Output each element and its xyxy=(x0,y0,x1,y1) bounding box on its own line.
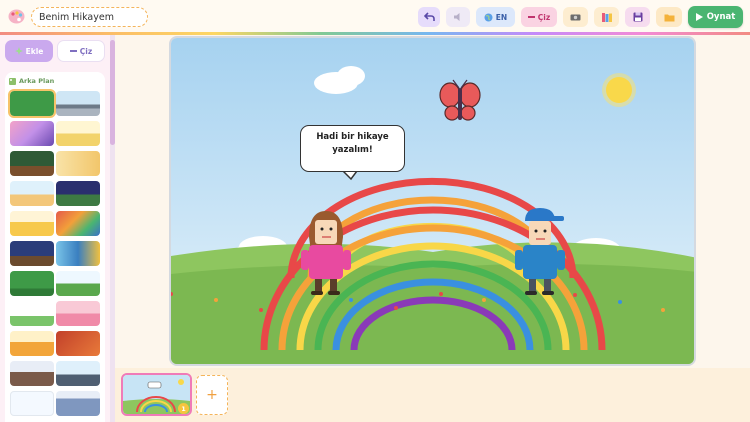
story-title-input[interactable]: Benim Hikayem xyxy=(31,7,148,27)
tab-add-label: Ekle xyxy=(25,46,44,56)
background-thumb-sky[interactable] xyxy=(10,391,54,416)
background-thumb-field[interactable] xyxy=(10,301,54,326)
sidebar-scroll-thumb[interactable] xyxy=(110,40,115,145)
background-thumb-garden[interactable] xyxy=(56,211,100,236)
background-thumb-beach[interactable] xyxy=(10,181,54,206)
background-thumb-pink[interactable] xyxy=(56,301,100,326)
pencil-icon xyxy=(69,50,77,52)
section-title-label: Arka Plan xyxy=(19,77,55,85)
library-button[interactable] xyxy=(594,7,619,27)
background-thumb-hills[interactable] xyxy=(56,271,100,296)
tab-draw[interactable]: Çiz xyxy=(57,40,105,62)
tab-draw-label: Çiz xyxy=(79,46,93,56)
background-thumb-city[interactable] xyxy=(56,361,100,386)
language-label: EN xyxy=(495,12,508,22)
background-thumb-fantasy[interactable] xyxy=(10,121,54,146)
palette-logo-icon xyxy=(8,9,25,24)
books-icon xyxy=(601,12,612,22)
background-thumb-cave[interactable] xyxy=(10,241,54,266)
background-thumb-green[interactable] xyxy=(8,89,56,118)
sun xyxy=(602,73,636,107)
camera-icon xyxy=(570,14,581,21)
play-button[interactable]: Oynat xyxy=(688,6,743,28)
picture-icon xyxy=(9,77,16,85)
section-title: Arka Plan xyxy=(9,77,54,85)
add-scene-button[interactable]: + xyxy=(196,375,228,415)
undo-button[interactable] xyxy=(418,7,440,27)
background-thumb-forest[interactable] xyxy=(10,271,54,296)
background-thumb-volcano[interactable] xyxy=(56,331,100,356)
sound-button[interactable] xyxy=(446,7,470,27)
save-button[interactable] xyxy=(625,7,650,27)
background-thumb-balloons[interactable] xyxy=(56,241,100,266)
background-thumb-road[interactable] xyxy=(56,91,100,116)
camera-button[interactable] xyxy=(563,7,588,27)
stage-scene xyxy=(171,38,694,364)
globe-icon xyxy=(484,13,493,21)
background-thumb-classroom[interactable] xyxy=(10,151,54,176)
draw-button[interactable]: Çiz xyxy=(521,7,557,27)
background-thumb-building[interactable] xyxy=(56,391,100,416)
scene-number-badge: 1 xyxy=(178,403,189,414)
draw-label: Çiz xyxy=(537,12,551,22)
sparkle-icon xyxy=(14,47,23,55)
speaker-icon xyxy=(453,13,459,21)
pencil-icon xyxy=(527,16,535,18)
background-thumb-sunny[interactable] xyxy=(10,211,54,236)
background-thumb-room[interactable] xyxy=(56,151,100,176)
play-icon xyxy=(695,13,703,21)
tab-add[interactable]: Ekle xyxy=(5,40,53,62)
background-thumb-dunes[interactable] xyxy=(10,331,54,356)
floppy-icon xyxy=(633,12,642,22)
folder-icon xyxy=(664,14,674,21)
open-button[interactable] xyxy=(656,7,682,27)
background-thumb-desert-tent[interactable] xyxy=(56,121,100,146)
play-label: Oynat xyxy=(706,12,736,22)
undo-icon xyxy=(423,12,435,21)
background-thumb-night[interactable] xyxy=(56,181,100,206)
speech-bubble[interactable]: Hadi bir hikaye yazalım! xyxy=(300,125,405,172)
background-thumb-fence[interactable] xyxy=(10,361,54,386)
language-button[interactable]: EN xyxy=(476,7,515,27)
story-stage[interactable] xyxy=(169,36,696,366)
